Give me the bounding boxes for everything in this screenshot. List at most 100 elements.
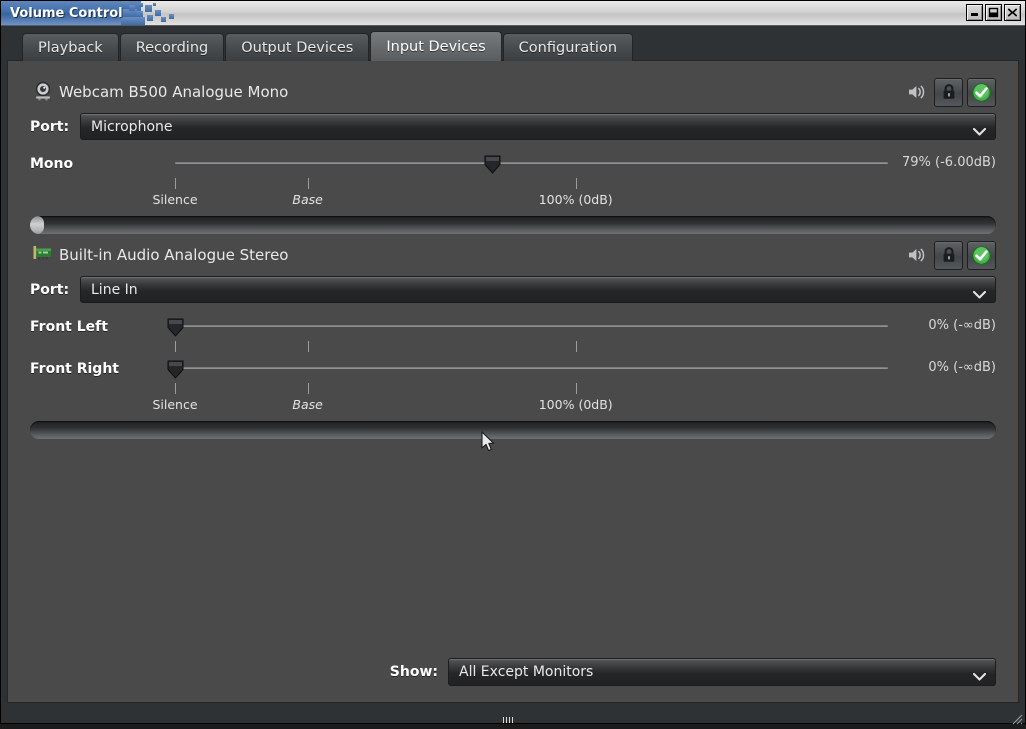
soundcard-icon — [30, 244, 56, 266]
webcam-icon — [30, 81, 56, 101]
tab-label: Recording — [136, 40, 209, 56]
tab-output-devices[interactable]: Output Devices — [225, 33, 369, 61]
slider-handle[interactable] — [167, 318, 184, 337]
status-bar — [1, 703, 1025, 723]
spacer — [896, 178, 996, 210]
tick-label: 100% (0dB) — [539, 397, 613, 412]
spacer — [896, 383, 996, 415]
tick-label: 100% (0dB) — [539, 192, 613, 207]
check-circle-icon — [971, 245, 992, 266]
channel-volume-value: 79% (-6.00dB) — [896, 150, 996, 170]
spacer — [896, 341, 996, 355]
tick-mark — [308, 341, 309, 352]
window-controls — [966, 4, 1021, 21]
channel-label: Front Right — [30, 355, 175, 377]
device-header: Webcam B500 Analogue Mono — [30, 75, 996, 109]
spacer — [30, 341, 175, 355]
resize-grip-icon[interactable] — [1011, 710, 1023, 722]
volume-slider[interactable] — [175, 355, 888, 381]
tick-mark — [576, 341, 577, 352]
volume-control-window: Volume Control Playback Recording Output D… — [0, 0, 1026, 724]
peak-level-meter — [30, 421, 996, 439]
slider-handle[interactable] — [484, 155, 501, 174]
port-dropdown[interactable]: Microphone — [80, 113, 996, 140]
speaker-icon — [907, 246, 927, 264]
volume-slider[interactable] — [175, 150, 888, 176]
show-filter-dropdown[interactable]: All Except Monitors — [448, 658, 996, 686]
chevron-down-icon — [973, 669, 986, 685]
show-filter-row: Show: All Except Monitors — [30, 658, 996, 686]
lock-channels-button[interactable] — [934, 241, 963, 270]
tick-mark — [308, 383, 309, 394]
webcam-icon — [30, 81, 56, 103]
tick-scale: SilenceBase100% (0dB) — [175, 383, 888, 415]
port-value: Microphone — [91, 119, 173, 135]
tick-label: Base — [292, 397, 322, 412]
tab-label: Configuration — [519, 40, 617, 56]
slider-track — [175, 325, 888, 327]
tab-input-devices[interactable]: Input Devices — [370, 31, 501, 61]
tab-playback[interactable]: Playback — [22, 33, 119, 61]
slider-track — [175, 367, 888, 369]
soundcard-icon — [30, 244, 56, 262]
tick-label: Silence — [152, 397, 197, 412]
tick-scale-row: Silence Base 100% (0dB) — [30, 383, 996, 415]
lock-icon — [941, 83, 957, 101]
tab-label: Output Devices — [241, 40, 353, 56]
input-devices-panel: Webcam B500 Analogue Mono Port: Microphone… — [7, 60, 1019, 703]
tab-configuration[interactable]: Configuration — [503, 33, 633, 61]
port-row: Port: Microphone — [30, 113, 996, 140]
channel-volume-value: 0% (-∞dB) — [896, 313, 996, 333]
tick-marks — [175, 341, 888, 355]
show-label: Show: — [390, 664, 438, 680]
minimize-button[interactable] — [966, 4, 983, 21]
tick-mark — [576, 383, 577, 394]
device-name: Built-in Audio Analogue Stereo — [59, 246, 288, 264]
channel-slider-row: Mono 79% (-6.00dB) — [30, 150, 996, 178]
tab-recording[interactable]: Recording — [120, 33, 225, 61]
peak-level-meter — [30, 216, 996, 234]
tick-mark — [308, 178, 309, 189]
tick-scale: SilenceBase100% (0dB) — [175, 178, 888, 210]
window-grip-handle[interactable] — [503, 717, 523, 723]
port-label: Port: — [30, 282, 80, 298]
port-dropdown[interactable]: Line In — [80, 276, 996, 303]
client-area: Playback Recording Output Devices Input Dev… — [1, 26, 1025, 703]
tick-label: Silence — [152, 192, 197, 207]
slider-handle[interactable] — [167, 360, 184, 379]
mute-toggle-button[interactable] — [904, 78, 930, 107]
port-row: Port: Line In — [30, 276, 996, 303]
tick-mark — [175, 341, 176, 352]
device-header: Built-in Audio Analogue Stereo — [30, 238, 996, 272]
tick-mark — [175, 383, 176, 394]
port-label: Port: — [30, 119, 80, 135]
set-default-device-button[interactable] — [967, 241, 996, 270]
maximize-button[interactable] — [985, 4, 1002, 21]
tick-row — [30, 341, 996, 355]
tick-label: Base — [292, 192, 322, 207]
mute-toggle-button[interactable] — [904, 241, 930, 270]
volume-slider[interactable] — [175, 313, 888, 339]
set-default-device-button[interactable] — [967, 78, 996, 107]
lock-channels-button[interactable] — [934, 78, 963, 107]
show-filter-value: All Except Monitors — [459, 664, 593, 680]
tick-mark — [175, 178, 176, 189]
chevron-down-icon — [973, 287, 986, 303]
channel-volume-value: 0% (-∞dB) — [896, 355, 996, 375]
slider-track — [175, 162, 888, 164]
titlebar-dither-pattern — [121, 1, 191, 25]
tick-mark — [576, 178, 577, 189]
tab-label: Playback — [38, 40, 103, 56]
peak-level-fill — [30, 216, 44, 234]
check-circle-icon — [971, 82, 992, 103]
channel-label: Mono — [30, 150, 175, 172]
device-block: Built-in Audio Analogue Stereo Port: Line … — [30, 238, 996, 439]
channel-slider-row: Front Right 0% (-∞dB) — [30, 355, 996, 383]
channel-label: Front Left — [30, 313, 175, 335]
chevron-down-icon — [973, 124, 986, 140]
tab-label: Input Devices — [386, 39, 485, 55]
tick-scale-row: Silence Base 100% (0dB) — [30, 178, 996, 210]
close-button[interactable] — [1004, 4, 1021, 21]
window-titlebar[interactable]: Volume Control — [1, 1, 1025, 26]
port-value: Line In — [91, 282, 138, 298]
